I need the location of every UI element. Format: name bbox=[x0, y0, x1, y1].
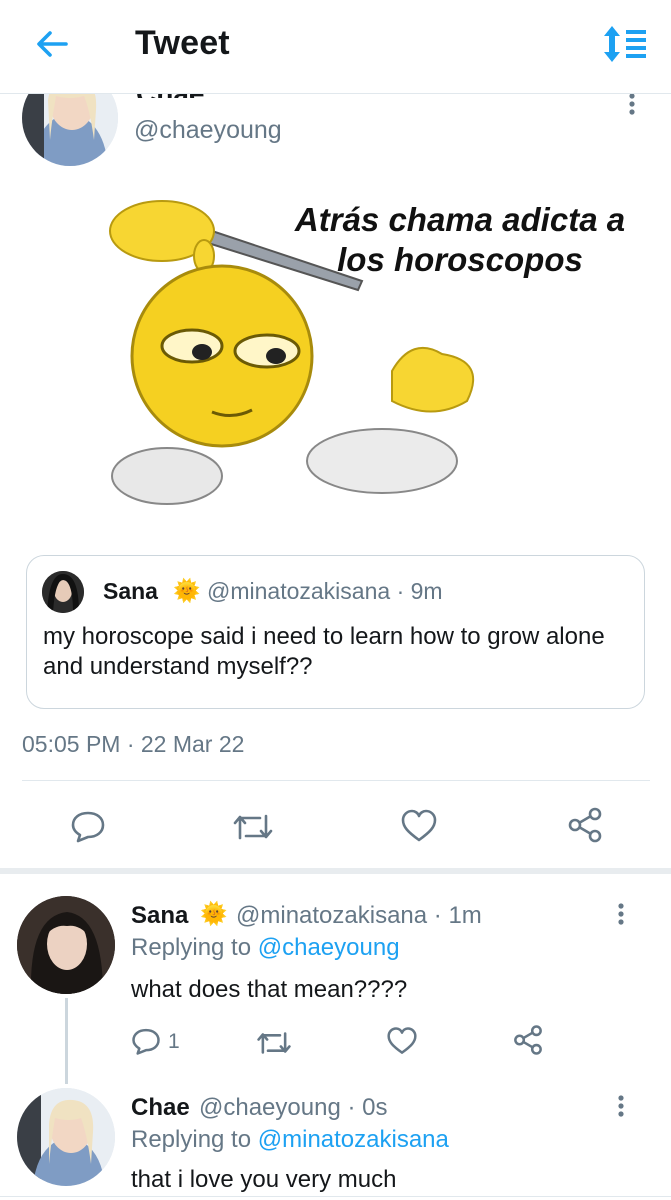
replying-to-link[interactable]: @chaeyoung bbox=[258, 934, 400, 961]
thread-line bbox=[65, 998, 68, 1084]
reply-time: · 0s bbox=[347, 1094, 388, 1121]
reply-author-handle[interactable]: @chaeyoung bbox=[199, 1094, 341, 1121]
reply-author-meta: @minatozakisana · 1m bbox=[236, 902, 482, 930]
more-options-icon[interactable] bbox=[611, 1094, 631, 1124]
more-options-icon[interactable] bbox=[622, 92, 642, 122]
reply-author-name[interactable]: Chae bbox=[131, 1094, 190, 1122]
retweet-button[interactable] bbox=[232, 810, 274, 849]
reply-button[interactable] bbox=[70, 808, 106, 849]
sort-replies-button[interactable] bbox=[598, 22, 652, 66]
like-button[interactable] bbox=[386, 1026, 418, 1061]
like-button[interactable] bbox=[400, 808, 438, 849]
reply-time: · 1m bbox=[433, 902, 482, 929]
sort-icon bbox=[604, 26, 646, 62]
quoted-time: · 9m bbox=[396, 578, 443, 604]
back-button[interactable] bbox=[30, 22, 74, 66]
retweet-icon bbox=[257, 1032, 291, 1054]
section-separator bbox=[0, 868, 671, 874]
divider bbox=[22, 780, 650, 781]
retweet-icon bbox=[233, 814, 273, 840]
quoted-tweet-text: my horoscope said i need to learn how to… bbox=[43, 623, 605, 680]
share-button[interactable] bbox=[566, 806, 604, 849]
share-icon bbox=[514, 1025, 542, 1055]
avatar[interactable] bbox=[42, 571, 84, 613]
replying-to: Replying to @minatozakisana bbox=[131, 1126, 449, 1154]
sun-emoji-icon: 🌞 bbox=[200, 901, 228, 926]
reply-author-name[interactable]: Sana bbox=[131, 902, 188, 930]
share-icon bbox=[568, 807, 602, 843]
reply-text: that i love you very much bbox=[131, 1166, 397, 1193]
quoted-author-name: Sana bbox=[103, 578, 158, 604]
replying-to-label: Replying to bbox=[131, 1126, 252, 1153]
replying-to-link[interactable]: @minatozakisana bbox=[258, 1126, 449, 1153]
page-title: Tweet bbox=[135, 24, 230, 62]
retweet-button[interactable] bbox=[256, 1028, 292, 1063]
like-icon bbox=[387, 1027, 417, 1054]
reply-icon bbox=[132, 1028, 160, 1055]
quoted-tweet-card[interactable]: Sana 🌞 @minatozakisana · 9m my horoscope… bbox=[26, 555, 645, 709]
quoted-author-meta: @minatozakisana · 9m bbox=[207, 578, 443, 605]
tweet-timestamp: 05:05 PM · 22 Mar 22 bbox=[22, 731, 245, 757]
replying-to-label: Replying to bbox=[131, 934, 252, 961]
like-icon bbox=[401, 809, 437, 842]
reply-button[interactable] bbox=[131, 1026, 161, 1061]
avatar[interactable] bbox=[17, 1088, 115, 1186]
reply-author-handle[interactable]: @minatozakisana bbox=[236, 902, 427, 929]
quoted-author-handle: @minatozakisana bbox=[207, 578, 391, 604]
top-app-bar: Tweet bbox=[0, 0, 671, 94]
avatar[interactable] bbox=[17, 896, 115, 994]
sun-emoji-icon: 🌞 bbox=[173, 578, 201, 603]
share-button[interactable] bbox=[512, 1024, 544, 1061]
reply-count: 1 bbox=[168, 1030, 180, 1053]
tweet-author-handle[interactable]: @chaeyoung bbox=[134, 116, 282, 145]
reply-author-meta: @chaeyoung · 0s bbox=[199, 1094, 387, 1122]
reply-icon bbox=[71, 811, 105, 843]
divider bbox=[0, 1196, 671, 1197]
arrow-left-icon bbox=[37, 31, 68, 57]
replying-to: Replying to @chaeyoung bbox=[131, 934, 400, 962]
reply-text: what does that mean???? bbox=[131, 976, 408, 1003]
more-options-icon[interactable] bbox=[611, 902, 631, 932]
meme-caption: Atrás chama adicta a los horoscopos bbox=[294, 201, 626, 278]
